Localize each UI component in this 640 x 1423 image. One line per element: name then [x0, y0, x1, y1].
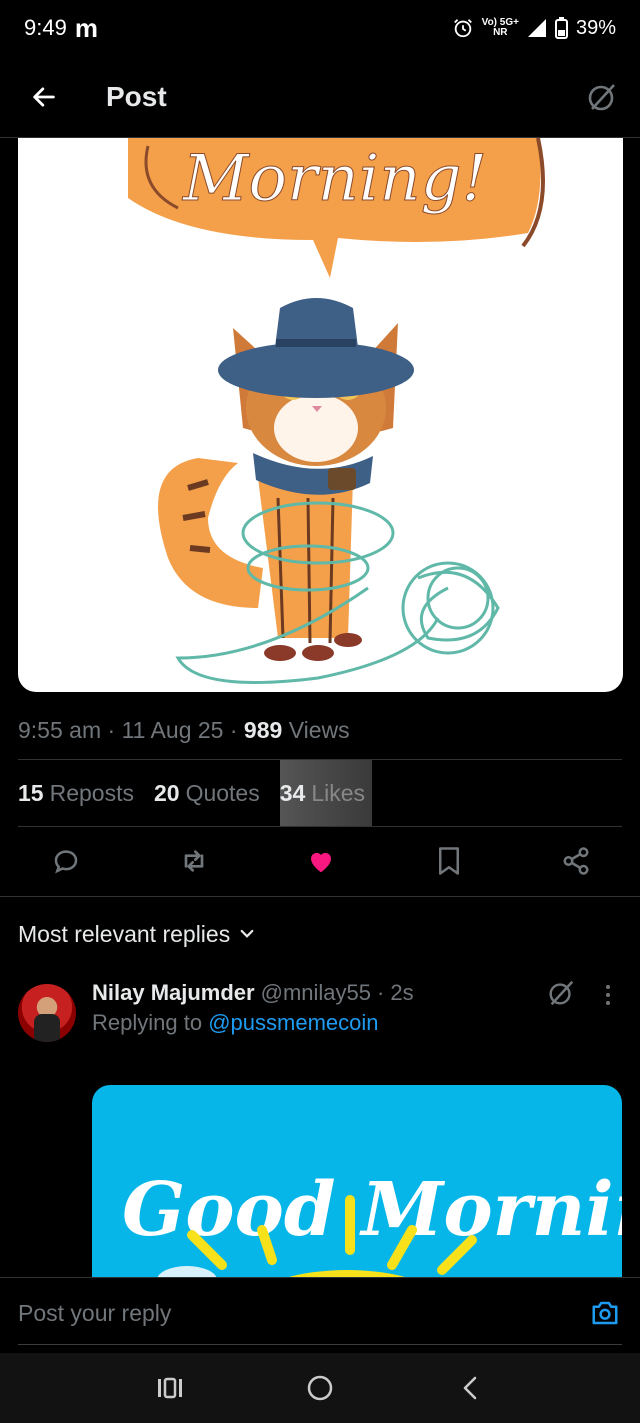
replies-sort-dropdown[interactable]: Most relevant replies [18, 912, 256, 956]
composer-underline [18, 1344, 622, 1345]
more-options-button[interactable] [600, 980, 616, 1010]
reply-composer: Post your reply [0, 1277, 640, 1353]
views-label-text: Views [288, 716, 350, 743]
post-timestamp-row: 9:55 am · 11 Aug 25 · 989 Views [18, 710, 622, 750]
post-date: 11 Aug 25 [121, 716, 224, 743]
reposts-count: 15 [18, 779, 44, 806]
replying-to-prefix: Replying to [92, 1010, 203, 1035]
page-title: Post [106, 80, 167, 112]
cat-illustration: Morning! [128, 138, 545, 684]
grok-icon [588, 83, 615, 110]
status-bar: 9:49 m Vo) 5G+ NR 39% [0, 0, 640, 56]
reply-author-name[interactable]: Nilay Majumder [92, 980, 255, 1006]
back-chevron-icon [463, 1376, 477, 1400]
divider [18, 826, 622, 827]
dot [606, 985, 610, 989]
likes-label: Likes [311, 779, 366, 806]
reposts-stat[interactable]: 15 Reposts [18, 780, 134, 807]
network-bottom-label: NR [493, 27, 508, 38]
heart-filled-icon [311, 852, 331, 873]
avatar[interactable] [18, 984, 76, 1042]
post-image[interactable]: Morning! [18, 138, 623, 692]
battery-icon [554, 17, 568, 39]
network-label: Vo) 5G+ NR [482, 18, 519, 38]
reply-header: Nilay Majumder @mnilay55 · 2s [92, 978, 414, 1008]
meta-separator: · [377, 980, 385, 1005]
signal-icon [527, 19, 546, 37]
bubble-text: Morning! [182, 142, 487, 216]
post-time: 9:55 am [18, 716, 102, 743]
back-arrow-icon [33, 86, 55, 107]
alarm-icon [453, 19, 472, 38]
status-icons: Vo) 5G+ NR 39% [452, 17, 616, 40]
divider [0, 896, 640, 897]
share-button[interactable] [558, 843, 594, 879]
recent-apps-icon [158, 1377, 182, 1399]
likes-stat[interactable]: 34 Likes [279, 760, 372, 826]
reply-time: 2s [390, 980, 414, 1005]
repost-icon [184, 850, 203, 872]
reply-author-handle[interactable]: @mnilay55 [261, 980, 371, 1006]
reply-button[interactable] [48, 843, 84, 879]
grok-icon[interactable] [546, 978, 576, 1008]
replies-sort-label: Most relevant replies [18, 920, 231, 947]
bookmark-button[interactable] [431, 843, 467, 879]
quotes-label: Quotes [185, 779, 260, 806]
share-icon [563, 847, 589, 875]
dot [606, 993, 610, 997]
replying-to-handle[interactable]: @pussmemecoin [208, 1010, 378, 1035]
reply-image[interactable]: Good Morning [92, 1085, 622, 1285]
repost-button[interactable] [176, 843, 212, 879]
views-count: 989 [243, 716, 283, 743]
camera-icon[interactable] [590, 1298, 620, 1328]
bookmark-icon [438, 847, 459, 875]
battery-percent: 39% [575, 16, 616, 39]
quotes-count: 20 [153, 779, 180, 806]
top-app-bar: Post [0, 56, 640, 138]
reply-input[interactable]: Post your reply [18, 1300, 171, 1327]
status-time: 9:49 [24, 15, 67, 40]
back-button[interactable] [24, 77, 64, 117]
post-actions [18, 828, 622, 894]
system-back-button[interactable] [450, 1368, 490, 1408]
app-notification-icon: m [74, 12, 98, 43]
home-button[interactable] [300, 1368, 340, 1408]
likes-count: 34 [279, 779, 306, 806]
quotes-stat[interactable]: 20 Quotes [154, 780, 260, 807]
dot [606, 1001, 610, 1005]
meta-separator: · [101, 716, 122, 743]
recent-apps-button[interactable] [150, 1368, 190, 1408]
meta-separator: · [223, 716, 244, 743]
like-button[interactable] [303, 843, 339, 879]
avatar-figure [34, 1014, 60, 1042]
chevron-down-icon [240, 929, 254, 938]
home-circle-icon [307, 1375, 333, 1401]
reply-icon [54, 850, 78, 874]
engagement-stats: 15 Reposts 20 Quotes 34 Likes [18, 760, 622, 826]
grok-button[interactable] [582, 77, 622, 117]
reposts-label: Reposts [49, 779, 134, 806]
good-morning-illustration: Good Morning [122, 1167, 622, 1285]
replying-to: Replying to @pussmemecoin [92, 1010, 379, 1036]
system-nav-bar [0, 1353, 640, 1423]
